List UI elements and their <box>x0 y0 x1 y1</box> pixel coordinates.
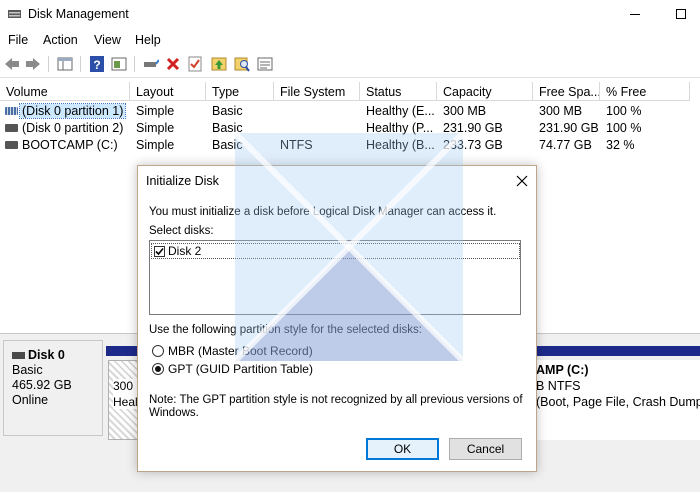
select-disks-label: Select disks: <box>149 225 214 237</box>
cell-type: Basic <box>212 104 243 118</box>
column-type[interactable]: Type <box>206 82 274 101</box>
cancel-button[interactable]: Cancel <box>449 438 522 460</box>
cell-layout: Simple <box>136 104 175 118</box>
disk-0-label[interactable]: Disk 0 Basic 465.92 GB Online <box>3 340 103 436</box>
delete-icon[interactable] <box>164 55 182 73</box>
close-icon <box>516 175 528 187</box>
volume-icon <box>5 141 18 149</box>
maximize-button[interactable] <box>658 0 700 28</box>
help-icon[interactable]: ? <box>88 55 106 73</box>
cell-capacity: 300 MB <box>443 104 487 118</box>
cell-free-space: 231.90 GB <box>539 121 599 135</box>
cell-layout: Simple <box>136 121 175 135</box>
cell-percent-free: 100 % <box>606 104 642 118</box>
gpt-label[interactable]: GPT (GUID Partition Table) <box>168 362 313 376</box>
window-title: Disk Management <box>28 7 129 21</box>
cell-volume: BOOTCAMP (C:) <box>22 138 118 152</box>
minimize-button[interactable] <box>612 0 658 28</box>
disk-item-label: Disk 2 <box>168 244 202 258</box>
maximize-icon <box>676 9 686 19</box>
column-free-space[interactable]: Free Spa... <box>533 82 600 101</box>
column-percent-free[interactable]: % Free <box>600 82 690 101</box>
cell-volume: (Disk 0 partition 2) <box>22 121 124 135</box>
properties-icon[interactable] <box>186 55 204 73</box>
cell-free-space: 300 MB <box>539 104 583 118</box>
toolbar-separator <box>134 56 135 72</box>
volume-icon <box>5 124 18 132</box>
column-layout[interactable]: Layout <box>130 82 206 101</box>
volume-icon <box>5 107 18 115</box>
toolbar-separator <box>80 56 81 72</box>
cell-percent-free: 32 % <box>606 138 635 152</box>
mbr-radio[interactable] <box>152 345 164 357</box>
column-capacity[interactable]: Capacity <box>437 82 533 101</box>
partition-status: (Boot, Page File, Crash Dump, I <box>536 395 700 409</box>
dialog-close-button[interactable] <box>510 170 534 192</box>
column-volume[interactable]: Volume <box>0 82 130 101</box>
disk-state: Online <box>12 393 49 407</box>
minimize-icon <box>630 13 640 15</box>
connect-disk-icon[interactable] <box>142 55 160 73</box>
watermark-logo <box>235 133 463 361</box>
ok-button[interactable]: OK <box>366 438 439 460</box>
rescan-icon[interactable] <box>210 55 228 73</box>
disk-type: Basic <box>12 363 43 377</box>
dialog-title: Initialize Disk <box>146 174 219 188</box>
cell-status: Healthy (E... <box>366 104 435 118</box>
partition-bootcamp[interactable]: AMP (C:) B NTFS (Boot, Page File, Crash … <box>536 360 700 440</box>
menu-action[interactable]: Action <box>43 33 78 47</box>
checkmark-icon <box>155 247 164 256</box>
partition-fs: B NTFS <box>536 379 581 393</box>
console-icon[interactable] <box>256 55 274 73</box>
column-status[interactable]: Status <box>360 82 437 101</box>
column-file-system[interactable]: File System <box>274 82 360 101</box>
title-bar: Disk Management <box>0 0 700 30</box>
disk-management-icon <box>8 10 21 18</box>
disk-name: Disk 0 <box>28 348 65 362</box>
show-hide-icon[interactable] <box>110 55 128 73</box>
menu-file[interactable]: File <box>8 33 28 47</box>
cell-layout: Simple <box>136 138 175 152</box>
disk-icon <box>12 352 25 359</box>
partition-name: AMP (C:) <box>536 363 589 377</box>
cell-volume: (Disk 0 partition 1) <box>18 103 127 119</box>
svg-text:?: ? <box>93 58 100 72</box>
disk-size: 465.92 GB <box>12 378 72 392</box>
toolbar: ? <box>0 52 700 78</box>
disk-checkbox[interactable] <box>154 246 165 257</box>
gpt-note-continued: Windows. <box>149 407 199 419</box>
menu-view[interactable]: View <box>94 33 121 47</box>
gpt-note: Note: The GPT partition style is not rec… <box>149 394 523 406</box>
menu-help[interactable]: Help <box>135 33 161 47</box>
table-row[interactable]: (Disk 0 partition 1) Simple Basic Health… <box>0 103 700 120</box>
partition-efi[interactable]: 300 I Heal <box>108 360 140 440</box>
toolbar-separator <box>48 56 49 72</box>
forward-arrow-icon[interactable] <box>24 55 42 73</box>
back-arrow-icon[interactable] <box>3 55 21 73</box>
gpt-radio[interactable] <box>152 363 164 375</box>
cell-free-space: 74.77 GB <box>539 138 592 152</box>
partition-status: Heal <box>113 395 138 409</box>
menu-bar: File Action View Help <box>0 30 700 50</box>
search-icon[interactable] <box>233 55 251 73</box>
view-pane-icon[interactable] <box>56 55 74 73</box>
cell-percent-free: 100 % <box>606 121 642 135</box>
